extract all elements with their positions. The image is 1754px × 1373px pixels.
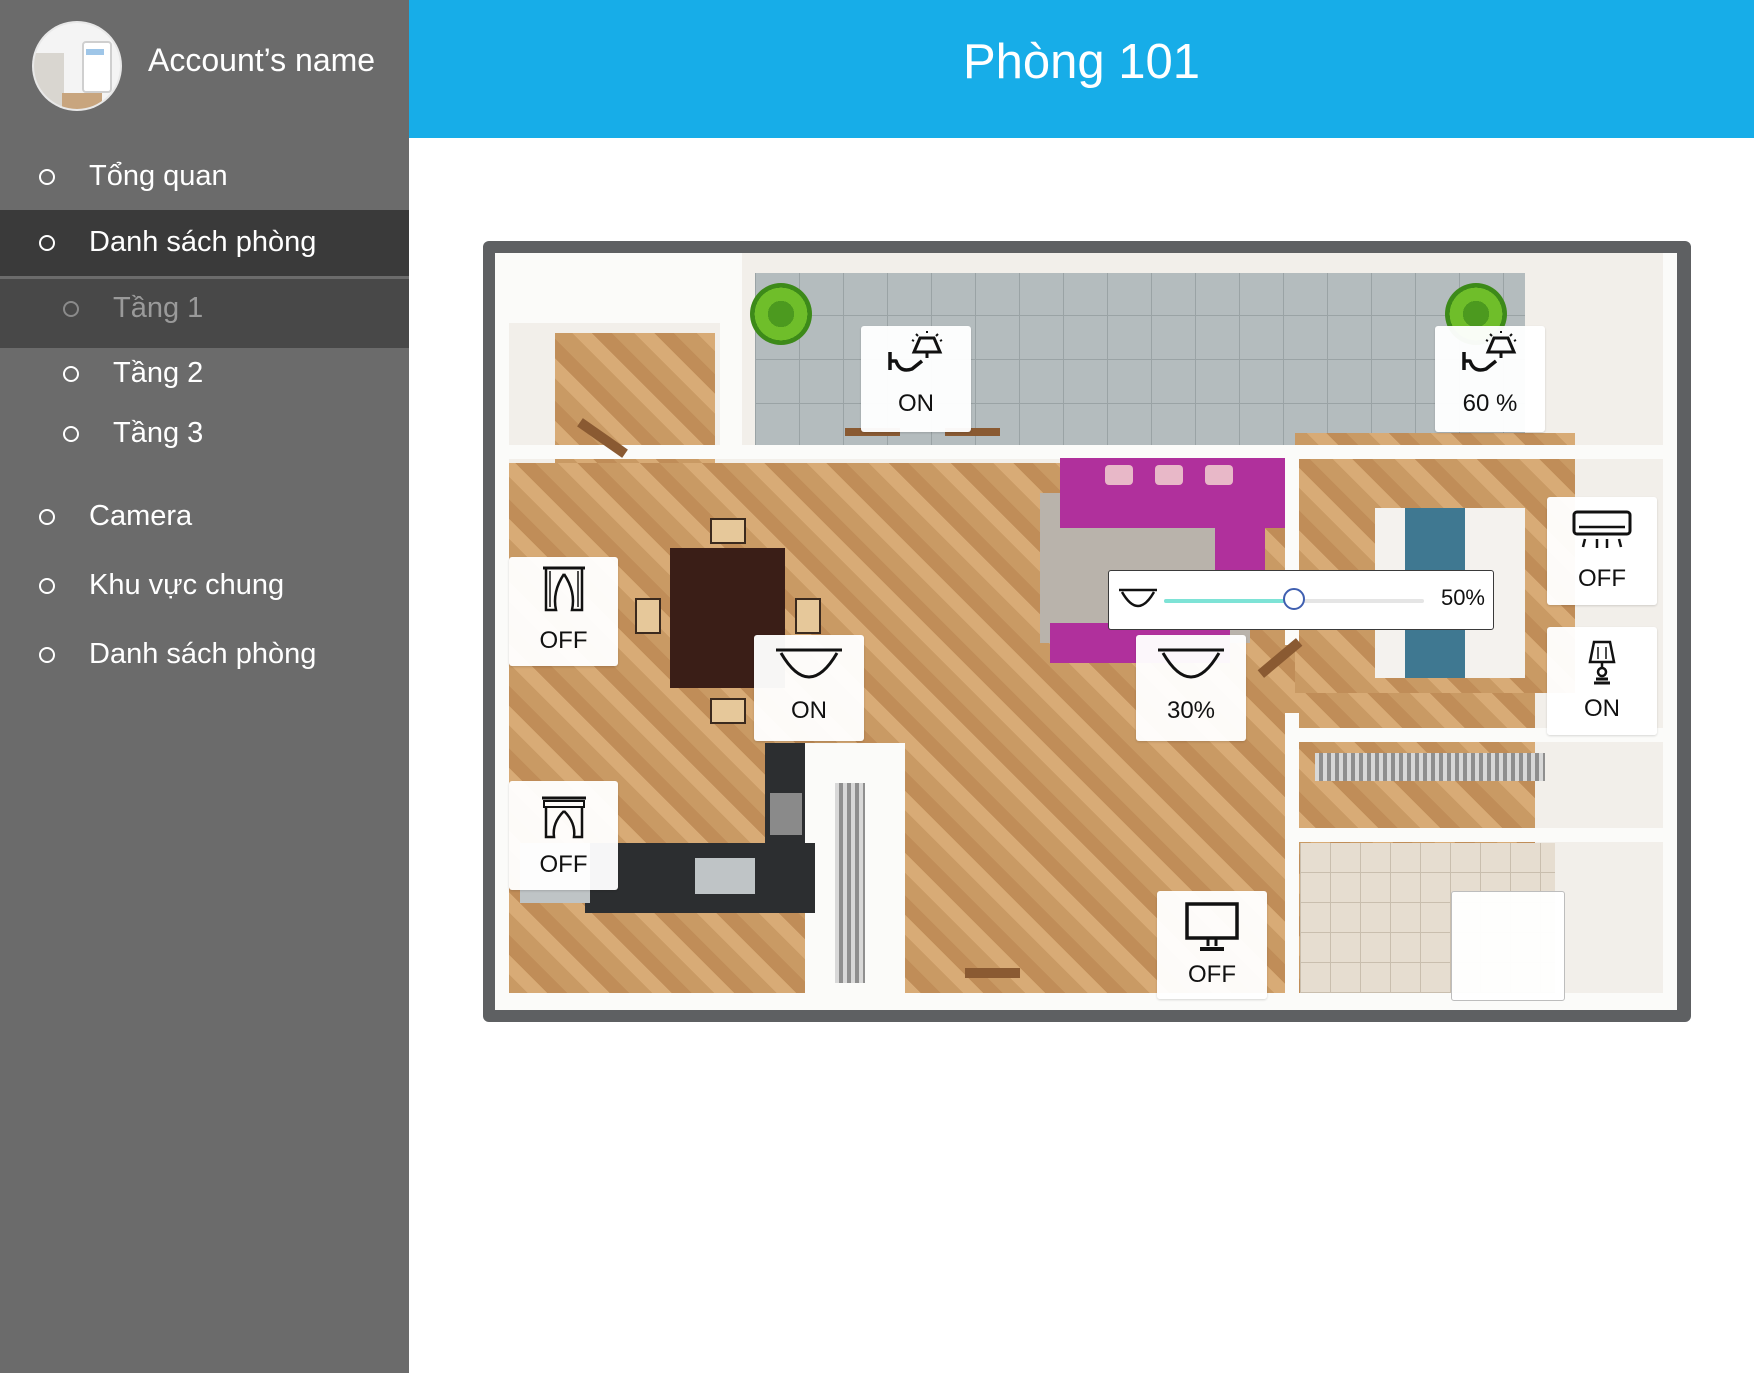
nav-item-floor-2[interactable]: Tầng 2 — [0, 341, 409, 407]
sidebar: Account’s name Tổng quan Danh sách phòng… — [0, 0, 409, 1373]
ceiling-light-icon — [776, 648, 842, 679]
circle-icon — [39, 235, 55, 251]
device-state: ON — [791, 697, 827, 724]
device-state: 30% — [1166, 697, 1216, 724]
device-state: OFF — [1188, 961, 1236, 988]
curtain-card-top[interactable]: OFF — [509, 557, 618, 666]
table-lamp-card[interactable]: ON — [1547, 627, 1657, 735]
nav-item-room-list-2[interactable]: Danh sách phòng — [0, 622, 409, 688]
circle-icon — [63, 366, 79, 382]
device-state: OFF — [539, 627, 588, 654]
air-conditioner-icon — [1572, 510, 1632, 548]
nav-label: Tầng 2 — [113, 357, 204, 389]
nav-label: Khu vực chung — [89, 569, 285, 601]
wall-lamp-card-right[interactable]: 60 % — [1435, 326, 1545, 432]
air-conditioner-card[interactable]: OFF — [1547, 497, 1657, 605]
circle-icon — [39, 578, 55, 594]
header-bar: Phòng 101 — [409, 0, 1754, 138]
nav-item-floor-1[interactable]: Tầng 1 — [0, 276, 409, 342]
curtain-card-bottom[interactable]: OFF — [509, 781, 618, 890]
table-lamp-icon — [1588, 640, 1616, 685]
dimmer-value: 50% — [1440, 585, 1485, 610]
curtain-icon — [541, 796, 586, 839]
dimmer-slider-track[interactable] — [1164, 588, 1424, 610]
ceiling-light-card-living[interactable]: 30% — [1136, 635, 1246, 741]
device-state: 60 % — [1462, 390, 1518, 417]
ceiling-light-icon — [1158, 648, 1224, 679]
empty-device-card[interactable] — [1451, 891, 1565, 1001]
nav-label: Tổng quan — [89, 160, 228, 192]
curtain-icon — [542, 566, 585, 612]
page-title: Phòng 101 — [962, 35, 1201, 89]
dimmer-slider-popup[interactable]: 50% — [1108, 570, 1494, 630]
dimmer-slider-thumb[interactable] — [1283, 588, 1305, 610]
monitor-icon — [1185, 902, 1239, 951]
wall-lamp-icon — [1462, 331, 1517, 372]
ceiling-light-icon — [1119, 588, 1157, 608]
circle-icon — [63, 426, 79, 442]
wall-lamp-icon — [888, 331, 943, 372]
nav-item-common-area[interactable]: Khu vực chung — [0, 553, 409, 619]
device-state: OFF — [539, 851, 588, 878]
nav-item-room-list[interactable]: Danh sách phòng — [0, 210, 409, 276]
account-header[interactable]: Account’s name — [0, 0, 409, 134]
circle-icon — [63, 301, 79, 317]
nav-label: Tầng 3 — [113, 417, 204, 449]
circle-icon — [39, 509, 55, 525]
nav-label: Danh sách phòng — [89, 226, 317, 258]
plant — [750, 283, 812, 345]
nav-item-floor-3[interactable]: Tầng 3 — [0, 401, 409, 467]
circle-icon — [39, 647, 55, 663]
nav-item-camera[interactable]: Camera — [0, 484, 409, 550]
dimmer-slider-fill — [1164, 599, 1294, 603]
wall-lamp-card-left[interactable]: ON — [861, 326, 971, 432]
device-state: ON — [898, 390, 934, 417]
circle-icon — [39, 169, 55, 185]
device-state: OFF — [1578, 565, 1626, 592]
nav-item-overview[interactable]: Tổng quan — [0, 144, 409, 210]
device-state: ON — [1584, 695, 1620, 722]
nav-label: Tầng 1 — [113, 292, 204, 324]
ceiling-light-card-dining[interactable]: ON — [754, 635, 864, 741]
account-name: Account’s name — [148, 42, 376, 78]
tv-card[interactable]: OFF — [1157, 891, 1267, 999]
nav-label: Camera — [89, 500, 193, 532]
avatar[interactable] — [34, 23, 120, 109]
nav-label: Danh sách phòng — [89, 638, 317, 670]
